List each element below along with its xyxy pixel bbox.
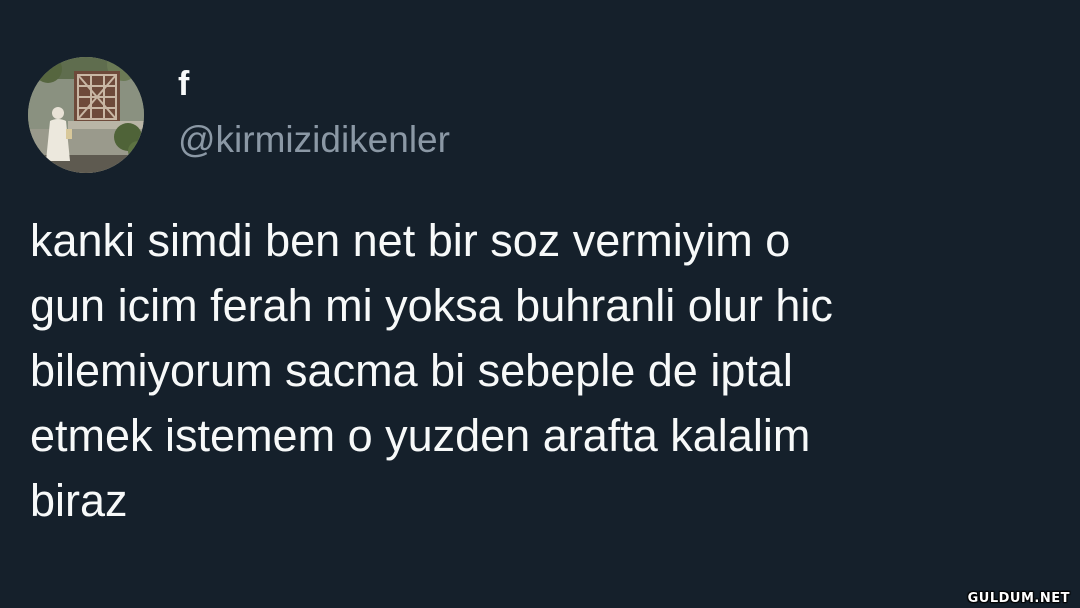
tweet-text-line: biraz <box>30 475 128 526</box>
author-avatar[interactable] <box>28 57 144 173</box>
tweet-text-line: kanki simdi ben net bir soz vermiyim o <box>30 215 791 266</box>
tweet-card: f @kirmizidikenler kanki simdi ben net b… <box>0 0 1080 608</box>
tweet-body: kanki simdi ben net bir soz vermiyim o g… <box>30 208 1040 533</box>
tweet-text-line: gun icim ferah mi yoksa buhranli olur hi… <box>30 280 833 331</box>
watermark: GULDUM.NET <box>967 591 1070 606</box>
avatar-photo-icon <box>28 57 144 173</box>
author-handle[interactable]: @kirmizidikenler <box>178 118 450 162</box>
author-display-name[interactable]: f <box>178 64 189 104</box>
tweet-text-line: etmek istemem o yuzden arafta kalalim <box>30 410 811 461</box>
tweet-text-line: bilemiyorum sacma bi sebeple de iptal <box>30 345 793 396</box>
